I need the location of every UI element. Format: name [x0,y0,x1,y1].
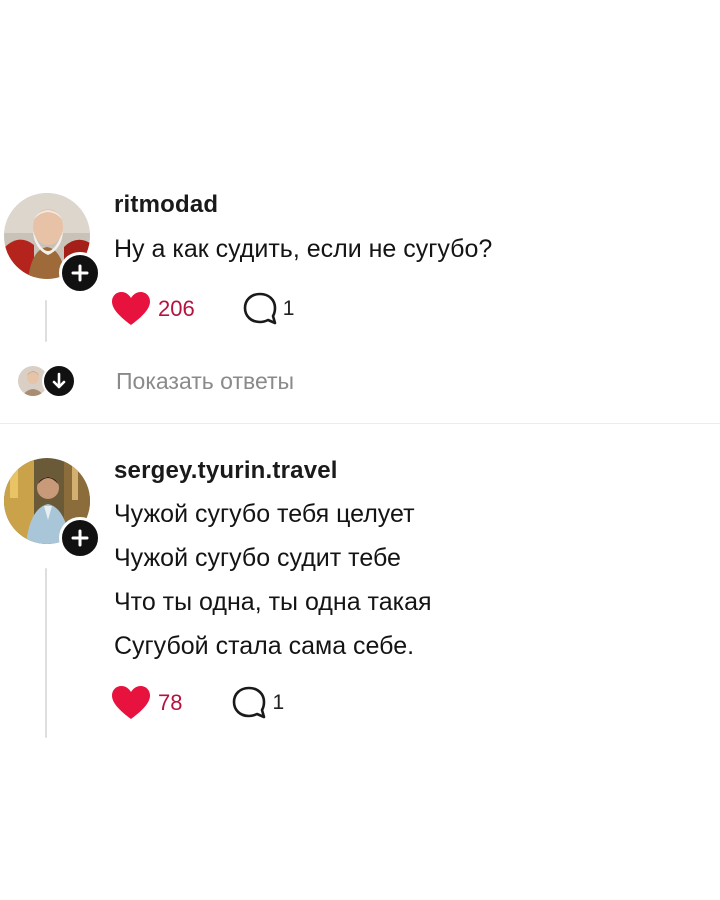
comment-1-reply-button[interactable]: 1 [243,292,295,326]
comment-1-text-line: Ну а как судить, если не сугубо? [114,235,493,263]
comment-1-username[interactable]: ritmodad [114,191,218,219]
heart-icon [112,292,150,325]
follow-button-1[interactable] [59,252,101,294]
comment-2-reply-count: 1 [272,691,285,714]
arrow-down-icon [52,372,66,389]
comment-1-reply-count: 1 [282,297,295,320]
comment-2-like-button[interactable]: 78 [112,686,182,720]
thread-line-1 [45,300,47,342]
comment-1-like-button[interactable]: 206 [112,292,195,326]
follow-button-2[interactable] [59,517,101,559]
show-replies-label: Показать ответы [116,367,295,394]
comment-2-like-count: 78 [158,690,183,715]
arrow-down-badge [42,364,76,398]
comment-2-text-line-4: Сугубой стала сама себе. [114,632,415,660]
comment-1-like-count: 206 [158,296,195,321]
speech-bubble-icon [243,292,277,325]
comment-2-reply-button[interactable]: 1 [232,686,284,720]
comment-1-actions: 206 1 [112,292,294,326]
comment-2-text-line-2: Чужой сугубо судит тебе [114,544,401,572]
show-replies-button[interactable]: Показать ответы [16,364,294,398]
comment-2-text-line-1: Чужой сугубо тебя целует [114,500,415,528]
comment-2-username[interactable]: sergey.tyurin.travel [114,457,338,485]
thread-line-2 [45,568,47,738]
comment-divider [0,423,720,424]
comment-2-text-line-3: Что ты одна, ты одна такая [114,588,432,616]
plus-icon [71,264,89,282]
speech-bubble-icon [233,686,266,719]
heart-icon [112,686,150,719]
plus-icon [71,529,89,547]
comment-2-actions: 78 1 [112,686,284,720]
